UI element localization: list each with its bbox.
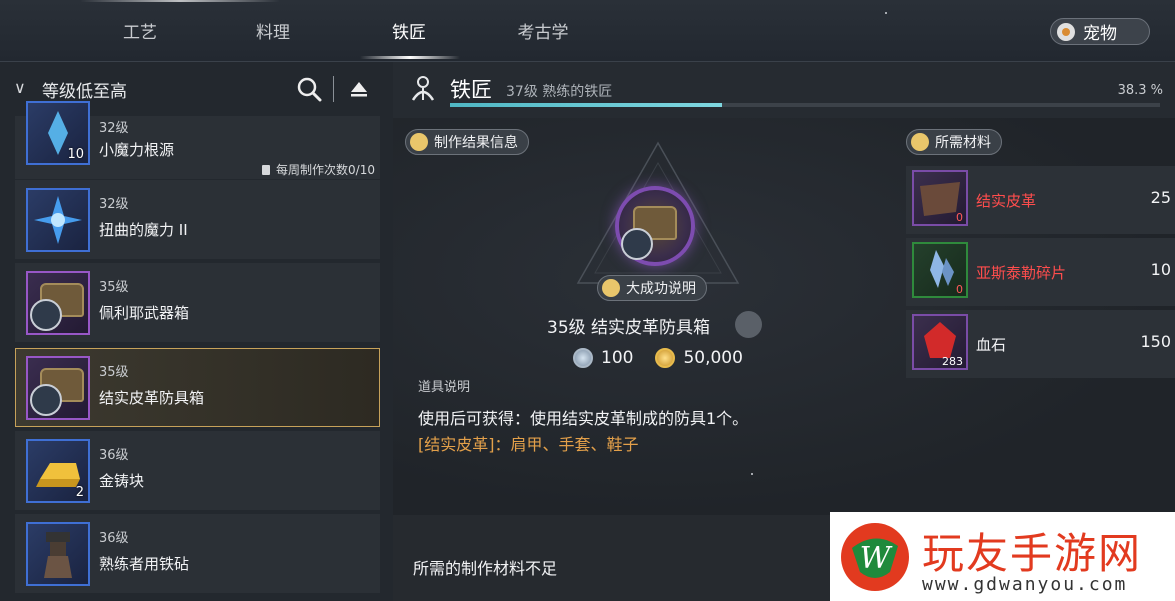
- recipe-item[interactable]: 2 36级 金铸块: [15, 431, 380, 510]
- material-name: 血石: [976, 336, 1007, 354]
- watermark-text: 玩友手游网: [922, 529, 1143, 578]
- watermark-logo: W: [841, 523, 909, 591]
- recipe-sidebar: ∨ 等级低至高 10 32级 小魔力根源 每周制作次数0/10 32级 扭曲的魔…: [0, 62, 393, 601]
- svg-text:W: W: [860, 541, 893, 576]
- pin-icon[interactable]: [735, 311, 762, 338]
- item-level: 35级: [99, 365, 129, 380]
- watermark: W 玩友手游网 www.gdwanyou.com: [830, 512, 1175, 601]
- product-name: 35级 结实皮革防具箱: [547, 318, 711, 338]
- watermark-url: www.gdwanyou.com: [922, 574, 1128, 595]
- recipe-item[interactable]: 36级 熟练者用铁砧: [15, 514, 380, 593]
- cost-row: 100 50,000: [573, 348, 743, 368]
- craft-detail-panel: 制作结果信息 大成功说明 35级 结实皮革防具箱 100 50,000 道具说明…: [393, 118, 1175, 515]
- anvil-icon: [26, 522, 90, 586]
- paw-icon: [1057, 22, 1075, 41]
- experience-bar-fill: [450, 103, 722, 107]
- item-name: 熟练者用铁砧: [99, 555, 190, 573]
- active-tab-indicator: [360, 56, 460, 59]
- great-success-button[interactable]: 大成功说明: [597, 275, 707, 301]
- item-description-detail: [结实皮革]：肩甲、手套、鞋子: [418, 435, 639, 454]
- weekly-limit: 每周制作次数0/10: [260, 161, 375, 178]
- material-row[interactable]: 283 血石 150: [906, 310, 1175, 378]
- blacksmith-icon: [411, 76, 435, 101]
- silver-cost: 100: [601, 348, 634, 368]
- material-required: 150: [1140, 332, 1171, 351]
- crystal-shard-icon: 0: [912, 242, 968, 298]
- material-required: 10: [1150, 260, 1171, 279]
- progress-percent: 38.3 %: [1117, 83, 1163, 98]
- material-required: 25: [1150, 188, 1171, 207]
- sparkle: [751, 473, 753, 475]
- insufficient-materials-message: 所需的制作材料不足: [413, 559, 558, 578]
- profession-title: 铁匠: [450, 78, 492, 102]
- pet-button[interactable]: 宠物: [1050, 18, 1150, 45]
- material-owned: 0: [956, 283, 963, 296]
- result-info-label: 制作结果信息: [434, 135, 518, 151]
- recipe-item-selected[interactable]: 35级 结实皮革防具箱: [15, 348, 380, 427]
- recipe-item[interactable]: 32级 扭曲的魔力 II: [15, 180, 380, 259]
- tab-cooking[interactable]: 料理: [228, 18, 318, 46]
- chevron-down-icon[interactable]: ∨: [14, 78, 26, 97]
- material-owned: 283: [942, 355, 963, 368]
- divider: [333, 76, 334, 102]
- tab-archaeology[interactable]: 考古学: [498, 18, 588, 46]
- great-success-label: 大成功说明: [626, 281, 696, 297]
- scroll-icon: [262, 164, 271, 175]
- material-name: 亚斯泰勒碎片: [976, 264, 1067, 282]
- item-name: 佩利耶武器箱: [99, 304, 190, 322]
- sort-dropdown[interactable]: 等级低至高: [42, 77, 127, 102]
- item-level: 32级: [99, 197, 129, 212]
- materials-button[interactable]: 所需材料: [906, 129, 1002, 155]
- blue-magic-icon: [26, 188, 90, 252]
- item-name: 结实皮革防具箱: [99, 389, 205, 407]
- leather-icon: 0: [912, 170, 968, 226]
- collapse-up-icon[interactable]: [349, 79, 369, 99]
- item-level: 36级: [99, 448, 129, 463]
- experience-bar: [450, 103, 1160, 107]
- tab-blacksmith[interactable]: 铁匠: [364, 18, 454, 46]
- gold-coin-icon: [655, 348, 676, 368]
- top-glow: [80, 0, 280, 2]
- gold-cost: 50,000: [683, 348, 743, 368]
- gold-ingot-icon: 2: [26, 439, 90, 503]
- recipe-item[interactable]: 35级 佩利耶武器箱: [15, 263, 380, 342]
- item-description: 使用后可获得：使用结实皮革制成的防具1个。: [418, 409, 749, 428]
- product-chest-icon: [615, 186, 695, 266]
- profession-level: 37级 熟练的铁匠: [506, 84, 613, 100]
- top-nav: 工艺 料理 铁匠 考古学 宠物: [0, 0, 1175, 62]
- weekly-limit-text: 每周制作次数0/10: [276, 163, 375, 177]
- weapon-chest-icon: [26, 271, 90, 335]
- material-row[interactable]: 0 结实皮革 25: [906, 166, 1175, 234]
- bloodstone-icon: 283: [912, 314, 968, 370]
- item-name: 扭曲的魔力 II: [99, 221, 188, 239]
- craft-header: 铁匠 37级 熟练的铁匠 38.3 %: [393, 62, 1175, 118]
- item-level: 35级: [99, 280, 129, 295]
- materials-icon: [911, 133, 929, 151]
- pet-button-label: 宠物: [1083, 24, 1117, 44]
- recipe-item[interactable]: 10 32级 小魔力根源 每周制作次数0/10: [15, 101, 380, 179]
- trend-up-icon: [602, 279, 620, 297]
- materials-label: 所需材料: [935, 135, 991, 151]
- search-icon[interactable]: [296, 76, 322, 102]
- blue-crystal-icon: 10: [26, 101, 90, 165]
- info-icon: [410, 133, 428, 151]
- armor-chest-icon: [26, 356, 90, 420]
- material-owned: 0: [956, 211, 963, 224]
- item-description-title: 道具说明: [418, 380, 471, 395]
- item-count: 10: [67, 147, 84, 162]
- item-count: 2: [75, 485, 84, 500]
- silver-coin-icon: [573, 348, 593, 368]
- item-level: 36级: [99, 531, 129, 546]
- material-name: 结实皮革: [976, 192, 1037, 210]
- item-name: 金铸块: [99, 472, 145, 490]
- item-level: 32级: [99, 121, 129, 136]
- sparkle: [885, 12, 887, 14]
- tab-crafting[interactable]: 工艺: [95, 18, 185, 46]
- item-name: 小魔力根源: [99, 141, 175, 159]
- result-info-button[interactable]: 制作结果信息: [405, 129, 529, 155]
- material-row[interactable]: 0 亚斯泰勒碎片 10: [906, 238, 1175, 306]
